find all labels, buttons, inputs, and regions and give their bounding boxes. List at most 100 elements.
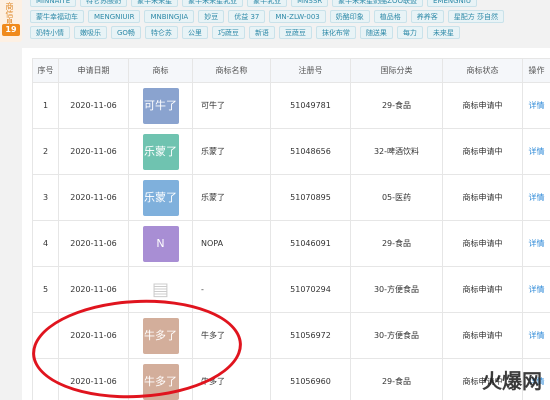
tag-link[interactable]: 特仑苏酸奶	[80, 0, 128, 7]
tag-link[interactable]: MN-ZLW-003	[269, 10, 326, 23]
trademark-logo-image[interactable]: 乐蒙了	[142, 179, 179, 216]
cell-class: 32-啤酒饮料	[350, 128, 443, 175]
col-header-status: 商标状态	[442, 58, 523, 83]
cell-index: 5	[32, 266, 59, 313]
col-header-date: 申请日期	[58, 58, 129, 83]
tag-row: 奶特小情 嫩吸乐 GO畅 特仑苏 公里 巧蔬豆 新语 豆蔬豆 抹化布常 随送果 每力 未来星	[30, 26, 550, 39]
trademark-logo-image[interactable]: 可牛了	[142, 87, 179, 124]
cell-logo: 乐蒙了	[128, 128, 193, 175]
cell-class: 30-方便食品	[350, 266, 443, 313]
cell-index: 4	[32, 220, 59, 267]
cell-status: 商标申请中	[442, 174, 523, 221]
tag-link[interactable]: MENGNIUIR	[88, 10, 141, 23]
cell-date: 2020-11-06	[58, 174, 129, 221]
cell-logo: 可牛了	[128, 82, 193, 129]
cell-reg-no: 51049781	[270, 82, 351, 129]
cell-class: 30-方便食品	[350, 312, 443, 359]
tag-link[interactable]: 新语	[248, 26, 275, 39]
tag-row: 蒙牛幸福动车 MENGNIUIR MNBINGJIA 妙豆 优益 37 MN-ZLW-00…	[30, 10, 550, 23]
cell-name: 可牛了	[192, 82, 271, 129]
cell-status: 商标申请中	[442, 220, 523, 267]
cell-date: 2020-11-06	[58, 220, 129, 267]
cell-name: 乐蒙了	[192, 128, 271, 175]
cell-date: 2020-11-06	[58, 82, 129, 129]
table-row: 3 2020-11-06 乐蒙了 乐蒙了 51070895 05-医药 商标申请中 详情	[32, 174, 550, 221]
related-tags: MINNAITE 特仑苏酸奶 蒙牛未来星 蒙牛未来星乳业 蒙牛乳业 MNSSR 蒙牛未来星奶…	[30, 0, 550, 44]
cell-logo: N	[128, 220, 193, 267]
tag-link[interactable]: 蒙牛幸福动车	[30, 10, 84, 23]
tag-link[interactable]: EMENGNIU	[427, 0, 477, 7]
col-header-class: 国际分类	[350, 58, 443, 83]
tag-link[interactable]: 豆蔬豆	[278, 26, 312, 39]
trademark-logo-image[interactable]: 乐蒙了	[142, 133, 179, 170]
tag-link[interactable]: 特仑苏	[144, 26, 178, 39]
cell-index: 2	[32, 128, 59, 175]
cell-index: 1	[32, 82, 59, 129]
tag-link[interactable]: 公里	[181, 26, 208, 39]
cell-name: NOPA	[192, 220, 271, 267]
tag-link[interactable]: 妙豆	[198, 10, 225, 23]
tag-link[interactable]: 养养客	[410, 10, 444, 23]
cell-reg-no: 51070895	[270, 174, 351, 221]
table-row: 4 2020-11-06 N NOPA 51046091 29-食品 商标申请中 详情	[32, 220, 550, 267]
cell-logo: 乐蒙了	[128, 174, 193, 221]
detail-link[interactable]: 详情	[522, 312, 550, 359]
side-tab-label: 商信息	[5, 2, 14, 26]
cell-reg-no: 51056972	[270, 312, 351, 359]
detail-link[interactable]: 详情	[522, 82, 550, 129]
tag-link[interactable]: 植品格	[373, 10, 407, 23]
cell-status: 商标申请中	[442, 266, 523, 313]
watermark: 火爆网	[482, 369, 542, 393]
cell-name: 乐蒙了	[192, 174, 271, 221]
cell-reg-no: 51048656	[270, 128, 351, 175]
tag-link[interactable]: 每力	[396, 26, 423, 39]
tag-link[interactable]: 蒙牛未来星	[131, 0, 179, 7]
tag-link[interactable]: 蒙牛乳业	[247, 0, 288, 7]
trademark-logo-image[interactable]: N	[142, 225, 179, 262]
tag-link[interactable]: 蒙牛未来星奶酪ZOO联盟	[332, 0, 423, 7]
cell-class: 29-食品	[350, 358, 443, 400]
cell-index: 3	[32, 174, 59, 221]
detail-link[interactable]: 详情	[522, 220, 550, 267]
tag-link[interactable]: 未来星	[426, 26, 460, 39]
table-row: 2 2020-11-06 乐蒙了 乐蒙了 51048656 32-啤酒饮料 商标申请中 详情	[32, 128, 550, 175]
table-row: 1 2020-11-06 可牛了 可牛了 51049781 29-食品 商标申请中 详情	[32, 82, 550, 129]
cell-class: 29-食品	[350, 82, 443, 129]
cell-name: -	[192, 266, 271, 313]
cell-reg-no: 51056960	[270, 358, 351, 400]
cell-reg-no: 51070294	[270, 266, 351, 313]
tag-link[interactable]: 蒙牛未来星乳业	[182, 0, 244, 7]
page: 商信息 19 MINNAITE 特仑苏酸奶 蒙牛未来星 蒙牛未来星乳业 蒙牛乳业 MNSS…	[0, 0, 550, 400]
cell-class: 05-医药	[350, 174, 443, 221]
detail-link[interactable]: 详情	[522, 128, 550, 175]
tag-link[interactable]: 嫩吸乐	[74, 26, 107, 39]
tag-link[interactable]: 奶酪印象	[329, 10, 370, 23]
tag-row: MINNAITE 特仑苏酸奶 蒙牛未来星 蒙牛未来星乳业 蒙牛乳业 MNSSR 蒙牛未来星奶…	[30, 0, 550, 7]
cell-date: 2020-11-06	[58, 128, 129, 175]
table-header-row: 序号 申请日期 商标 商标名称 注册号 国际分类 商标状态 操作	[32, 58, 550, 83]
tag-link[interactable]: 抹化布常	[315, 26, 356, 39]
col-header-index: 序号	[32, 58, 59, 83]
side-tab-count-badge: 19	[2, 24, 20, 36]
cell-status: 商标申请中	[442, 82, 523, 129]
tag-link[interactable]: 奶特小情	[30, 26, 70, 39]
tag-link[interactable]: MNSSR	[291, 0, 329, 7]
detail-link[interactable]: 详情	[522, 174, 550, 221]
tag-link[interactable]: 随送果	[359, 26, 393, 39]
cell-reg-no: 51046091	[270, 220, 351, 267]
tag-link[interactable]: MINNAITE	[30, 0, 77, 7]
detail-link[interactable]: 详情	[522, 266, 550, 313]
tag-link[interactable]: GO畅	[111, 26, 141, 39]
cell-class: 29-食品	[350, 220, 443, 267]
col-header-reg-no: 注册号	[270, 58, 351, 83]
tag-link[interactable]: 星配方 莎自然	[447, 10, 504, 23]
col-header-logo: 商标	[128, 58, 193, 83]
tag-link[interactable]: 优益 37	[228, 10, 266, 23]
tag-link[interactable]: 巧蔬豆	[211, 26, 245, 39]
col-header-name: 商标名称	[192, 58, 271, 83]
cell-status: 商标申请中	[442, 312, 523, 359]
cell-status: 商标申请中	[442, 128, 523, 175]
tag-link[interactable]: MNBINGJIA	[144, 10, 195, 23]
col-header-action: 操作	[522, 58, 550, 83]
side-tab[interactable]: 商信息 19	[0, 0, 22, 42]
